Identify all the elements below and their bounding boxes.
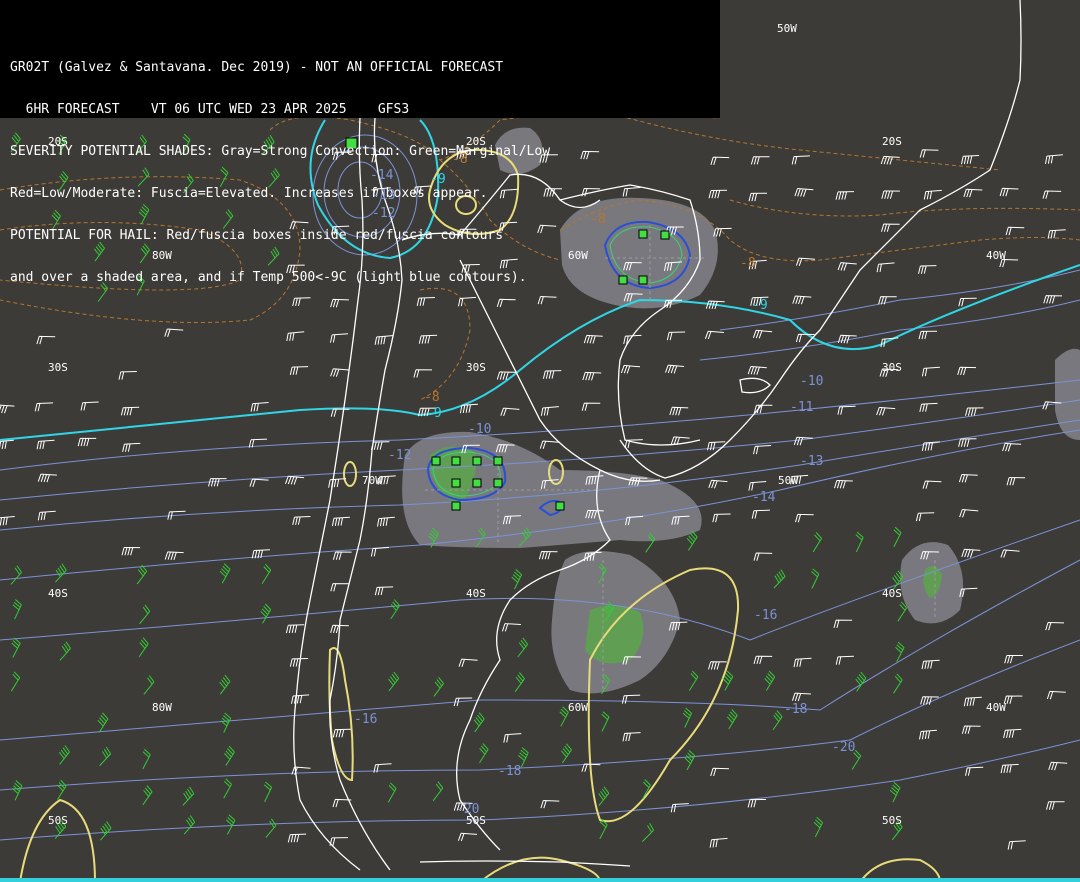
grid-label: 60W bbox=[568, 701, 588, 714]
contour-label: -8 bbox=[740, 256, 756, 271]
hail-box bbox=[493, 478, 503, 488]
grid-label: 30S bbox=[466, 361, 486, 374]
hail-box bbox=[451, 501, 461, 511]
contour-label: -20 bbox=[832, 740, 856, 755]
header-line-2: 6HR FORECAST VT 06 UTC WED 23 APR 2025 G… bbox=[10, 103, 410, 117]
grid-label: 70W bbox=[362, 474, 382, 487]
grid-label: 20S bbox=[466, 135, 486, 148]
grid-label: 40S bbox=[466, 587, 486, 600]
contour-label: -9 bbox=[752, 298, 768, 313]
contour-label: -14 bbox=[370, 168, 394, 183]
contour-label: -11 bbox=[790, 400, 814, 415]
contour-label: -8 bbox=[590, 212, 606, 227]
hail-box bbox=[493, 456, 503, 466]
header-line-4: Red=Low/Moderate: Fuscia=Elevated. Incre… bbox=[10, 187, 488, 201]
grid-label: 20S bbox=[882, 135, 902, 148]
forecast-header: GR02T (Galvez & Santavana. Dec 2019) - N… bbox=[0, 0, 720, 285]
grid-label: 50S bbox=[882, 814, 902, 827]
contour-label: -14 bbox=[752, 490, 776, 505]
contour-label: -16 bbox=[754, 608, 778, 623]
contour-label: -18 bbox=[498, 764, 522, 779]
contour-label: -20 bbox=[456, 802, 480, 817]
grid-label: 40W bbox=[986, 701, 1006, 714]
contour-label: -13 bbox=[800, 454, 824, 469]
contour-label: -18 bbox=[784, 702, 808, 717]
contour-label: -12 bbox=[388, 448, 412, 463]
header-line-6: and over a shaded area, and if Temp 500<… bbox=[10, 271, 527, 285]
hail-box bbox=[472, 456, 482, 466]
hail-box bbox=[472, 478, 482, 488]
grid-label: 40W bbox=[986, 249, 1006, 262]
grid-label: 50W bbox=[777, 22, 797, 35]
contour-label: -10 bbox=[800, 374, 824, 389]
header-line-3: SEVERITY POTENTIAL SHADES: Gray=Strong C… bbox=[10, 145, 551, 159]
grid-label: 20S bbox=[48, 135, 68, 148]
contour-label: -8 bbox=[452, 152, 468, 167]
grid-label: 40S bbox=[882, 587, 902, 600]
grid-label: 50W bbox=[778, 474, 798, 487]
contour-label: -12 bbox=[372, 206, 396, 221]
contour-label: -9 bbox=[426, 406, 442, 421]
contour-label: -10 bbox=[468, 422, 492, 437]
grid-label: 60W bbox=[568, 249, 588, 262]
contour-label: -13 bbox=[372, 188, 396, 203]
header-line-5: POTENTIAL FOR HAIL: Red/fuscia boxes ins… bbox=[10, 229, 504, 243]
grid-label: 40S bbox=[48, 587, 68, 600]
contour-label: -9 bbox=[430, 172, 446, 187]
hail-box bbox=[555, 501, 565, 511]
hail-box bbox=[431, 456, 441, 466]
grid-label: 80W bbox=[152, 701, 172, 714]
hail-box bbox=[451, 478, 461, 488]
header-line-1: GR02T (Galvez & Santavana. Dec 2019) - N… bbox=[10, 61, 504, 75]
contour-label: -16 bbox=[354, 712, 378, 727]
grid-label: 50S bbox=[48, 814, 68, 827]
grid-label: 30S bbox=[882, 361, 902, 374]
grid-label: 30S bbox=[48, 361, 68, 374]
bottom-cyan-bar bbox=[0, 878, 1080, 882]
contour-label: -8 bbox=[424, 390, 440, 405]
hail-box bbox=[451, 456, 461, 466]
grid-label: 80W bbox=[152, 249, 172, 262]
